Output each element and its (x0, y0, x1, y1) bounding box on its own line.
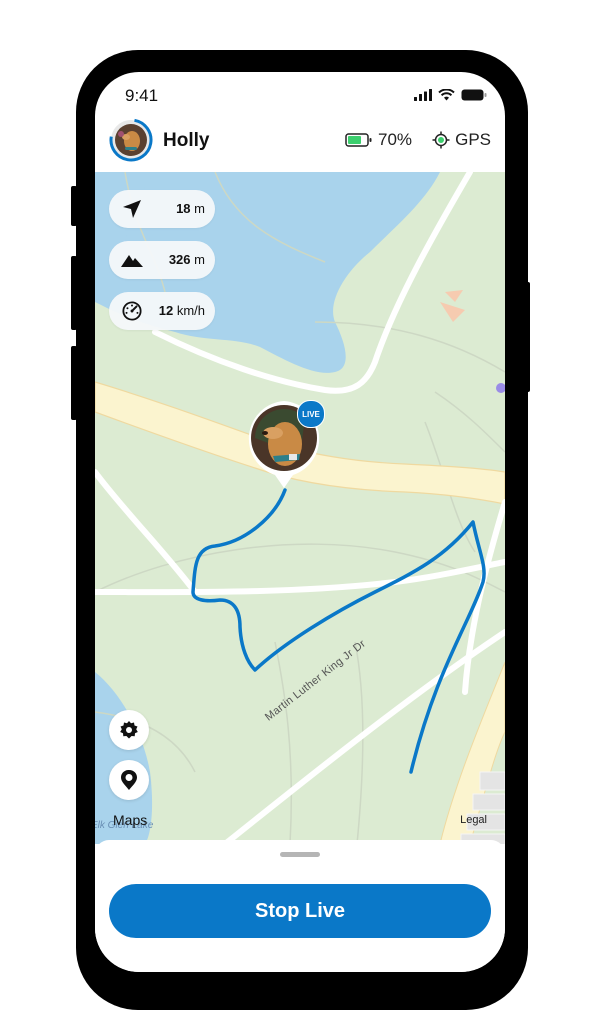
bottom-sheet: Stop Live (95, 840, 505, 972)
distance-value: 18 m (176, 201, 205, 216)
status-bar: 9:41 (95, 72, 505, 120)
live-badge: LIVE (297, 400, 325, 428)
wifi-icon (438, 89, 455, 101)
gps-crosshair-icon (432, 131, 450, 149)
battery-icon (461, 89, 487, 101)
location-button[interactable] (109, 760, 149, 800)
tracker-battery-percent: 70% (378, 130, 413, 149)
speed-value: 12 km/h (158, 303, 205, 318)
sheet-grabber[interactable] (280, 852, 320, 857)
speed-stat: 12 km/h (109, 292, 215, 330)
status-icons (414, 89, 487, 101)
tracker-battery-icon (345, 133, 372, 147)
pet-header: Holly 70% GPS (95, 118, 505, 172)
volume-up-button (71, 256, 77, 330)
cellular-signal-icon (414, 89, 432, 101)
pet-avatar[interactable] (109, 118, 153, 162)
status-time: 9:41 (125, 86, 159, 105)
speedometer-icon (122, 301, 142, 321)
power-button (524, 282, 530, 392)
gps-status: GPS (432, 130, 491, 150)
legal-link[interactable]: Legal (460, 814, 487, 826)
volume-down-button (71, 346, 77, 420)
maps-attribution: Maps (113, 812, 148, 828)
map-view[interactable]: Martin Luther King Jr Dr Elk Glen Lake 1… (95, 172, 505, 844)
mountains-icon (121, 255, 143, 267)
settings-button[interactable] (109, 710, 149, 750)
altitude-stat: 326 m (109, 241, 215, 279)
gps-label: GPS (455, 130, 491, 149)
tracker-battery-status: 70% (345, 130, 412, 150)
gear-icon (120, 721, 138, 739)
altitude-value: 326 m (168, 252, 205, 267)
mute-switch (71, 186, 77, 226)
stop-live-button[interactable]: Stop Live (109, 884, 491, 938)
distance-stat: 18 m (109, 190, 215, 228)
app-screen: 9:41 Holly 70% GPS Martin Luther King Jr… (95, 72, 505, 972)
pet-name: Holly (163, 130, 210, 151)
navigation-arrow-icon (123, 200, 141, 218)
location-pin-icon (121, 770, 137, 790)
